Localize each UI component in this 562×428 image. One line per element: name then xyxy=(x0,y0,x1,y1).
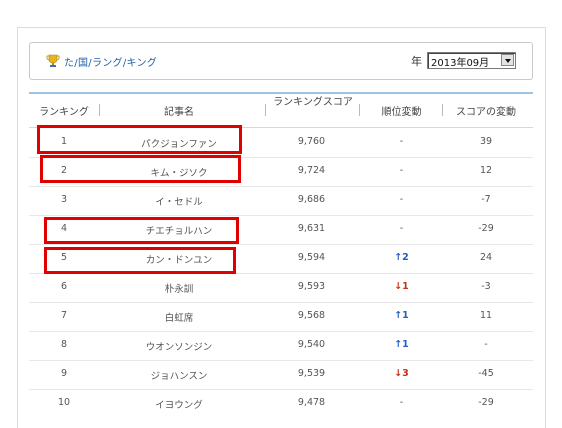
name-cell[interactable]: ウオンソンジン xyxy=(99,339,259,353)
score-cell: 9,594 xyxy=(297,252,326,263)
change-cell: - xyxy=(399,136,404,147)
delta-cell: 11 xyxy=(479,310,493,321)
highlight-box xyxy=(44,247,236,274)
table-header: ランキング 記事名 ランキングスコア 順位変動 スコアの変動 xyxy=(29,94,533,128)
column-header-rank: ランキング xyxy=(39,107,89,118)
highlight-box xyxy=(40,155,241,183)
change-cell: - xyxy=(399,194,404,205)
highlight-box xyxy=(37,125,242,154)
change-cell: - xyxy=(399,165,404,176)
ranking-header: た/国/ラング/キング 年 2013年09月 xyxy=(29,42,533,80)
rank-cell: 8 xyxy=(60,339,68,350)
name-cell[interactable]: イ・セドル xyxy=(99,194,259,208)
rank-up-indicator: ↑2 xyxy=(394,252,409,263)
score-cell: 9,539 xyxy=(297,368,326,379)
chevron-down-icon[interactable] xyxy=(501,54,514,66)
score-cell: 9,631 xyxy=(297,223,326,234)
score-cell: 9,568 xyxy=(297,310,326,321)
delta-cell: 12 xyxy=(479,165,493,176)
trophy-icon xyxy=(46,54,60,67)
rank-cell: 10 xyxy=(57,397,71,408)
rank-cell: 7 xyxy=(60,310,68,321)
rank-up-indicator: ↑1 xyxy=(394,339,409,350)
table-row: 6 朴永訓 9,593 ↓1 -3 xyxy=(29,273,533,303)
delta-cell: - xyxy=(484,339,488,350)
score-cell: 9,760 xyxy=(297,136,326,147)
period-select[interactable]: 2013年09月 xyxy=(427,52,516,69)
highlight-box xyxy=(44,217,239,244)
delta-cell: 24 xyxy=(479,252,493,263)
score-cell: 9,540 xyxy=(297,339,326,350)
column-header-delta: スコアの変動 xyxy=(456,107,516,118)
delta-cell: -29 xyxy=(478,397,494,408)
delta-cell: -29 xyxy=(478,223,494,234)
name-cell[interactable]: ジョハンスン xyxy=(99,368,259,382)
delta-cell: -7 xyxy=(481,194,491,205)
table-row: 8 ウオンソンジン 9,540 ↑1 - xyxy=(29,331,533,361)
column-header-name: 記事名 xyxy=(164,107,194,118)
rank-cell: 9 xyxy=(60,368,68,379)
delta-cell: 39 xyxy=(479,136,493,147)
column-header-change: 順位変動 xyxy=(381,107,422,118)
column-divider xyxy=(265,104,266,116)
score-cell: 9,724 xyxy=(297,165,326,176)
score-cell: 9,593 xyxy=(297,281,326,292)
score-cell: 9,478 xyxy=(297,397,326,408)
change-cell: - xyxy=(399,397,404,408)
table-row: 7 白虹席 9,568 ↑1 11 xyxy=(29,302,533,332)
rank-down-indicator: ↓1 xyxy=(394,281,409,292)
rank-down-indicator: ↓3 xyxy=(394,368,409,379)
year-label: 年 xyxy=(411,55,422,68)
table-row: 10 イヨウング 9,478 - -29 xyxy=(29,389,533,418)
change-cell: - xyxy=(399,223,404,234)
table-row: 9 ジョハンスン 9,539 ↓3 -45 xyxy=(29,360,533,390)
name-cell[interactable]: イヨウング xyxy=(99,397,259,411)
rank-cell: 3 xyxy=(60,194,68,205)
column-header-score: ランキングスコア xyxy=(273,97,353,108)
period-value: 2013年09月 xyxy=(431,58,490,69)
rank-up-indicator: ↑1 xyxy=(394,310,409,321)
table-row: 3 イ・セドル 9,686 - -7 xyxy=(29,186,533,216)
delta-cell: -3 xyxy=(481,281,491,292)
rank-cell: 6 xyxy=(60,281,68,292)
delta-cell: -45 xyxy=(478,368,494,379)
score-cell: 9,686 xyxy=(297,194,326,205)
name-cell[interactable]: 朴永訓 xyxy=(99,281,259,295)
column-divider xyxy=(359,104,360,116)
name-cell[interactable]: 白虹席 xyxy=(99,310,259,324)
page-title[interactable]: た/国/ラング/キング xyxy=(64,54,157,69)
